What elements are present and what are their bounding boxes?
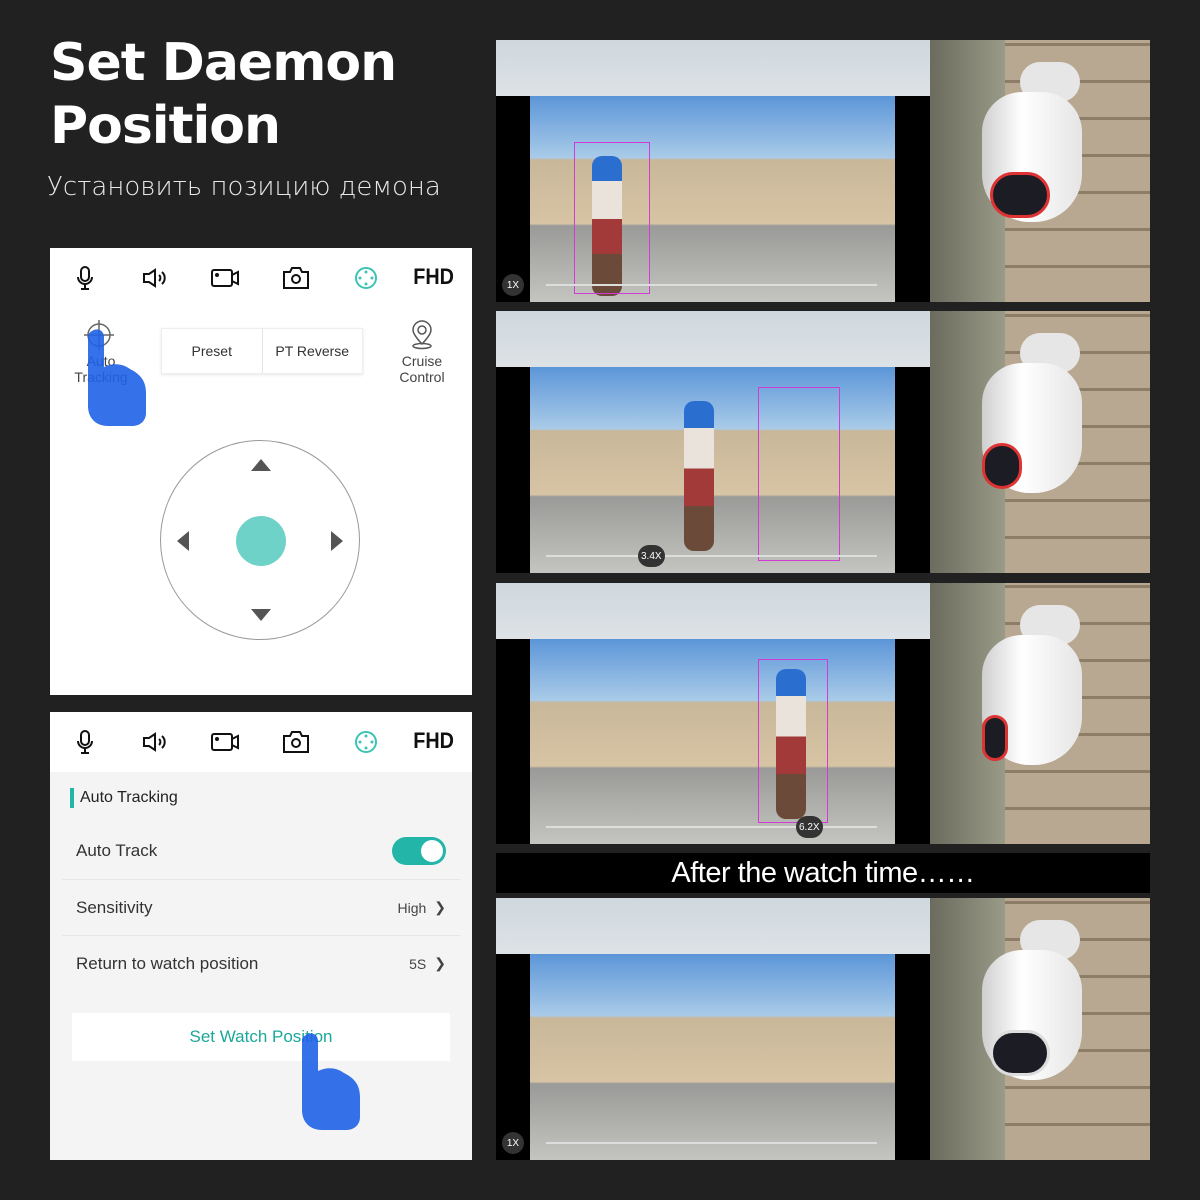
camera-photo	[930, 583, 1150, 844]
auto-track-label: Auto Track	[76, 841, 158, 860]
zoom-level: 1X	[502, 274, 524, 296]
quality-selector[interactable]: FHD	[413, 728, 454, 754]
ptz-icon[interactable]	[351, 730, 381, 754]
sensitivity-value: High	[397, 899, 427, 916]
set-watch-position-button[interactable]: Set Watch Position	[72, 1013, 450, 1061]
banner-text: After the watch time……	[496, 853, 1150, 893]
page-subtitle: Установить позицию демона	[47, 172, 441, 202]
quality-selector[interactable]: FHD	[413, 264, 454, 290]
auto-track-row: Auto Track	[62, 823, 460, 879]
auto-track-toggle[interactable]	[392, 837, 446, 865]
page-title: Set Daemon Position	[50, 33, 397, 156]
preset-button[interactable]: Preset	[162, 329, 262, 373]
camera-view-1: 1X	[496, 40, 1150, 302]
tracking-box	[758, 387, 840, 561]
record-icon[interactable]	[210, 266, 240, 290]
pointing-hand-icon	[302, 1033, 360, 1130]
return-position-row[interactable]: Return to watch position 5S ❯	[62, 935, 460, 991]
tracking-box	[758, 659, 828, 823]
settings-list: Auto Tracking Auto Track Sensitivity High…	[50, 772, 472, 1160]
camera-icon[interactable]	[281, 730, 311, 754]
arrow-right-icon[interactable]	[331, 531, 343, 551]
speaker-icon[interactable]	[140, 266, 170, 290]
microphone-icon[interactable]	[70, 266, 100, 290]
camera-photo	[930, 311, 1150, 573]
toolbar: FHD	[50, 248, 472, 308]
direction-pad[interactable]	[160, 440, 360, 640]
segmented-control: Preset PT Reverse	[161, 328, 363, 374]
camera-view-4: 1X	[496, 898, 1150, 1160]
zoom-level: 6.2X	[796, 816, 823, 838]
auto-tracking-settings-panel: FHD Auto Tracking Auto Track Sensitivity…	[50, 712, 472, 1160]
arrow-down-icon[interactable]	[251, 609, 271, 621]
video-frame	[530, 367, 895, 573]
return-label: Return to watch position	[76, 953, 259, 973]
pt-reverse-button[interactable]: PT Reverse	[261, 329, 363, 373]
camera-view-2: 3.4X	[496, 311, 1150, 573]
arrow-left-icon[interactable]	[177, 531, 189, 551]
video-frame	[530, 954, 895, 1160]
ptz-control-panel: FHD Auto Tracking Preset PT Reverse Crui…	[50, 248, 472, 695]
location-pin-icon	[410, 320, 434, 355]
sensitivity-label: Sensitivity	[76, 897, 153, 917]
camera-view-3: 6.2X	[496, 583, 1150, 844]
sensitivity-row[interactable]: Sensitivity High ❯	[62, 879, 460, 935]
chevron-right-icon: ❯	[434, 955, 446, 971]
dpad-center[interactable]	[236, 516, 286, 566]
speaker-icon[interactable]	[140, 730, 170, 754]
section-title: Auto Tracking	[70, 788, 178, 808]
return-value: 5S	[409, 955, 427, 972]
camera-photo	[930, 40, 1150, 302]
zoom-level: 1X	[502, 1132, 524, 1154]
toolbar: FHD	[50, 712, 472, 772]
zoom-level: 3.4X	[638, 545, 665, 567]
record-icon[interactable]	[210, 730, 240, 754]
video-frame	[530, 96, 895, 302]
chevron-right-icon: ❯	[434, 899, 446, 915]
microphone-icon[interactable]	[70, 730, 100, 754]
cruise-control-button[interactable]: Cruise Control	[390, 353, 454, 385]
camera-photo	[930, 898, 1150, 1160]
tracking-box	[574, 142, 650, 294]
arrow-up-icon[interactable]	[251, 459, 271, 471]
ptz-icon[interactable]	[351, 266, 381, 290]
video-frame	[530, 639, 895, 844]
pointing-hand-icon	[88, 329, 146, 426]
camera-icon[interactable]	[281, 266, 311, 290]
